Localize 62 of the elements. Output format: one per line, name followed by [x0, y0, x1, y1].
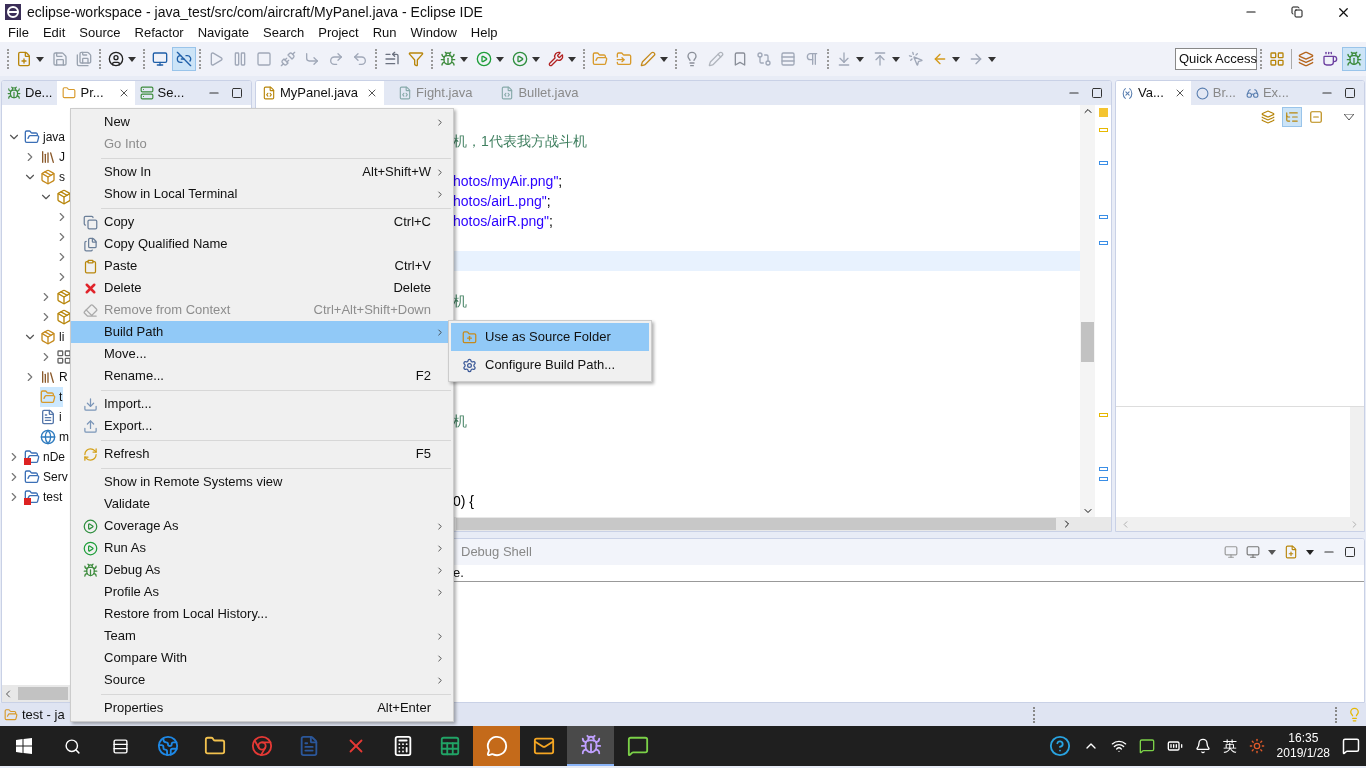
tree-item[interactable]: test	[24, 487, 64, 507]
tree-item[interactable]: java	[24, 127, 66, 147]
status-text: test - ja	[22, 705, 65, 724]
menu-item[interactable]: Navigate	[190, 23, 256, 43]
input-method-indicator[interactable]: 英	[1222, 735, 1237, 757]
menu-item[interactable]: Show In Alt+Shift+W	[71, 161, 453, 183]
menu-item[interactable]: Profile As	[71, 581, 453, 603]
menu-item[interactable]: New	[71, 111, 453, 133]
menu-item[interactable]: Use as Source Folder	[451, 323, 649, 351]
menu-item[interactable]: Copy Qualified Name	[71, 233, 453, 255]
menu-item[interactable]: Refactor	[127, 23, 191, 43]
view-tab[interactable]: Pr...	[57, 81, 135, 105]
menu-item[interactable]: Window	[403, 23, 464, 43]
view-tab[interactable]: De...	[2, 81, 58, 105]
menu-item[interactable]: Validate	[71, 493, 453, 515]
tree-item[interactable]: li	[40, 327, 66, 347]
tree-item[interactable]: t	[40, 387, 64, 407]
code-line: hotos/myAir.png";	[453, 171, 563, 191]
tree-item[interactable]: R	[40, 367, 69, 387]
menu-item[interactable]: Help	[463, 23, 505, 43]
tree-item[interactable]: i	[40, 407, 63, 427]
menu-item[interactable]: Export...	[71, 415, 453, 437]
view-tab[interactable]: Se...	[134, 81, 190, 105]
menu-item[interactable]: Paste Ctrl+V	[71, 255, 453, 277]
menu-item[interactable]: Properties Alt+Enter	[71, 697, 453, 719]
menu-item[interactable]: Copy Ctrl+C	[71, 211, 453, 233]
tree-item[interactable]: J	[40, 147, 66, 167]
view-tab[interactable]: Va...	[1116, 81, 1191, 105]
menu-item[interactable]: Run As	[71, 537, 453, 559]
menu-item[interactable]: Restore from Local History...	[71, 603, 453, 625]
menu-item[interactable]: Delete Delete	[71, 277, 453, 299]
code-line: 0) {	[453, 491, 474, 511]
menu-item[interactable]: Refresh F5	[71, 443, 453, 465]
menu-item[interactable]: Source	[72, 23, 128, 43]
menu-item[interactable]: Search	[256, 23, 312, 43]
menu-item[interactable]: Edit	[35, 23, 73, 43]
menu-item[interactable]: Coverage As	[71, 515, 453, 537]
menu-item[interactable]: Team	[71, 625, 453, 647]
quick-access-field[interactable]: Quick Access	[1175, 48, 1257, 70]
code-line: 机	[453, 291, 467, 311]
code-line: hotos/airL.png";	[453, 191, 551, 211]
tree-item[interactable]: s	[40, 167, 66, 187]
window-title: eclipse-workspace - java_test/src/com/aircraft/MyPanel.java - Eclipse IDE	[27, 2, 483, 22]
menu-item[interactable]: Show in Remote Systems view	[71, 471, 453, 493]
menu-item[interactable]: Compare With	[71, 647, 453, 669]
tree-item[interactable]: nDe	[24, 447, 66, 467]
tree-item[interactable]: Serv	[24, 467, 69, 487]
code-line: hotos/airR.png";	[453, 211, 553, 231]
clock[interactable]: 16:35 2019/1/28	[1276, 731, 1330, 761]
code-line: 机，1代表我方战斗机	[453, 131, 587, 151]
code-line: 机	[453, 411, 467, 431]
menu-item[interactable]: Show in Local Terminal	[71, 183, 453, 205]
menu-item[interactable]: Configure Build Path...	[451, 351, 649, 379]
menu-item[interactable]: Source	[71, 669, 453, 691]
console-text: e.	[453, 564, 464, 583]
menu-item[interactable]: Project	[311, 23, 366, 43]
menu-item[interactable]: Run	[365, 23, 404, 43]
menu-item[interactable]: Debug As	[71, 559, 453, 581]
tree-item[interactable]: m	[40, 427, 70, 447]
menu-item[interactable]: File	[1, 23, 36, 43]
editor-tab[interactable]: MyPanel.java	[256, 81, 385, 105]
menu-item[interactable]: Import...	[71, 393, 453, 415]
